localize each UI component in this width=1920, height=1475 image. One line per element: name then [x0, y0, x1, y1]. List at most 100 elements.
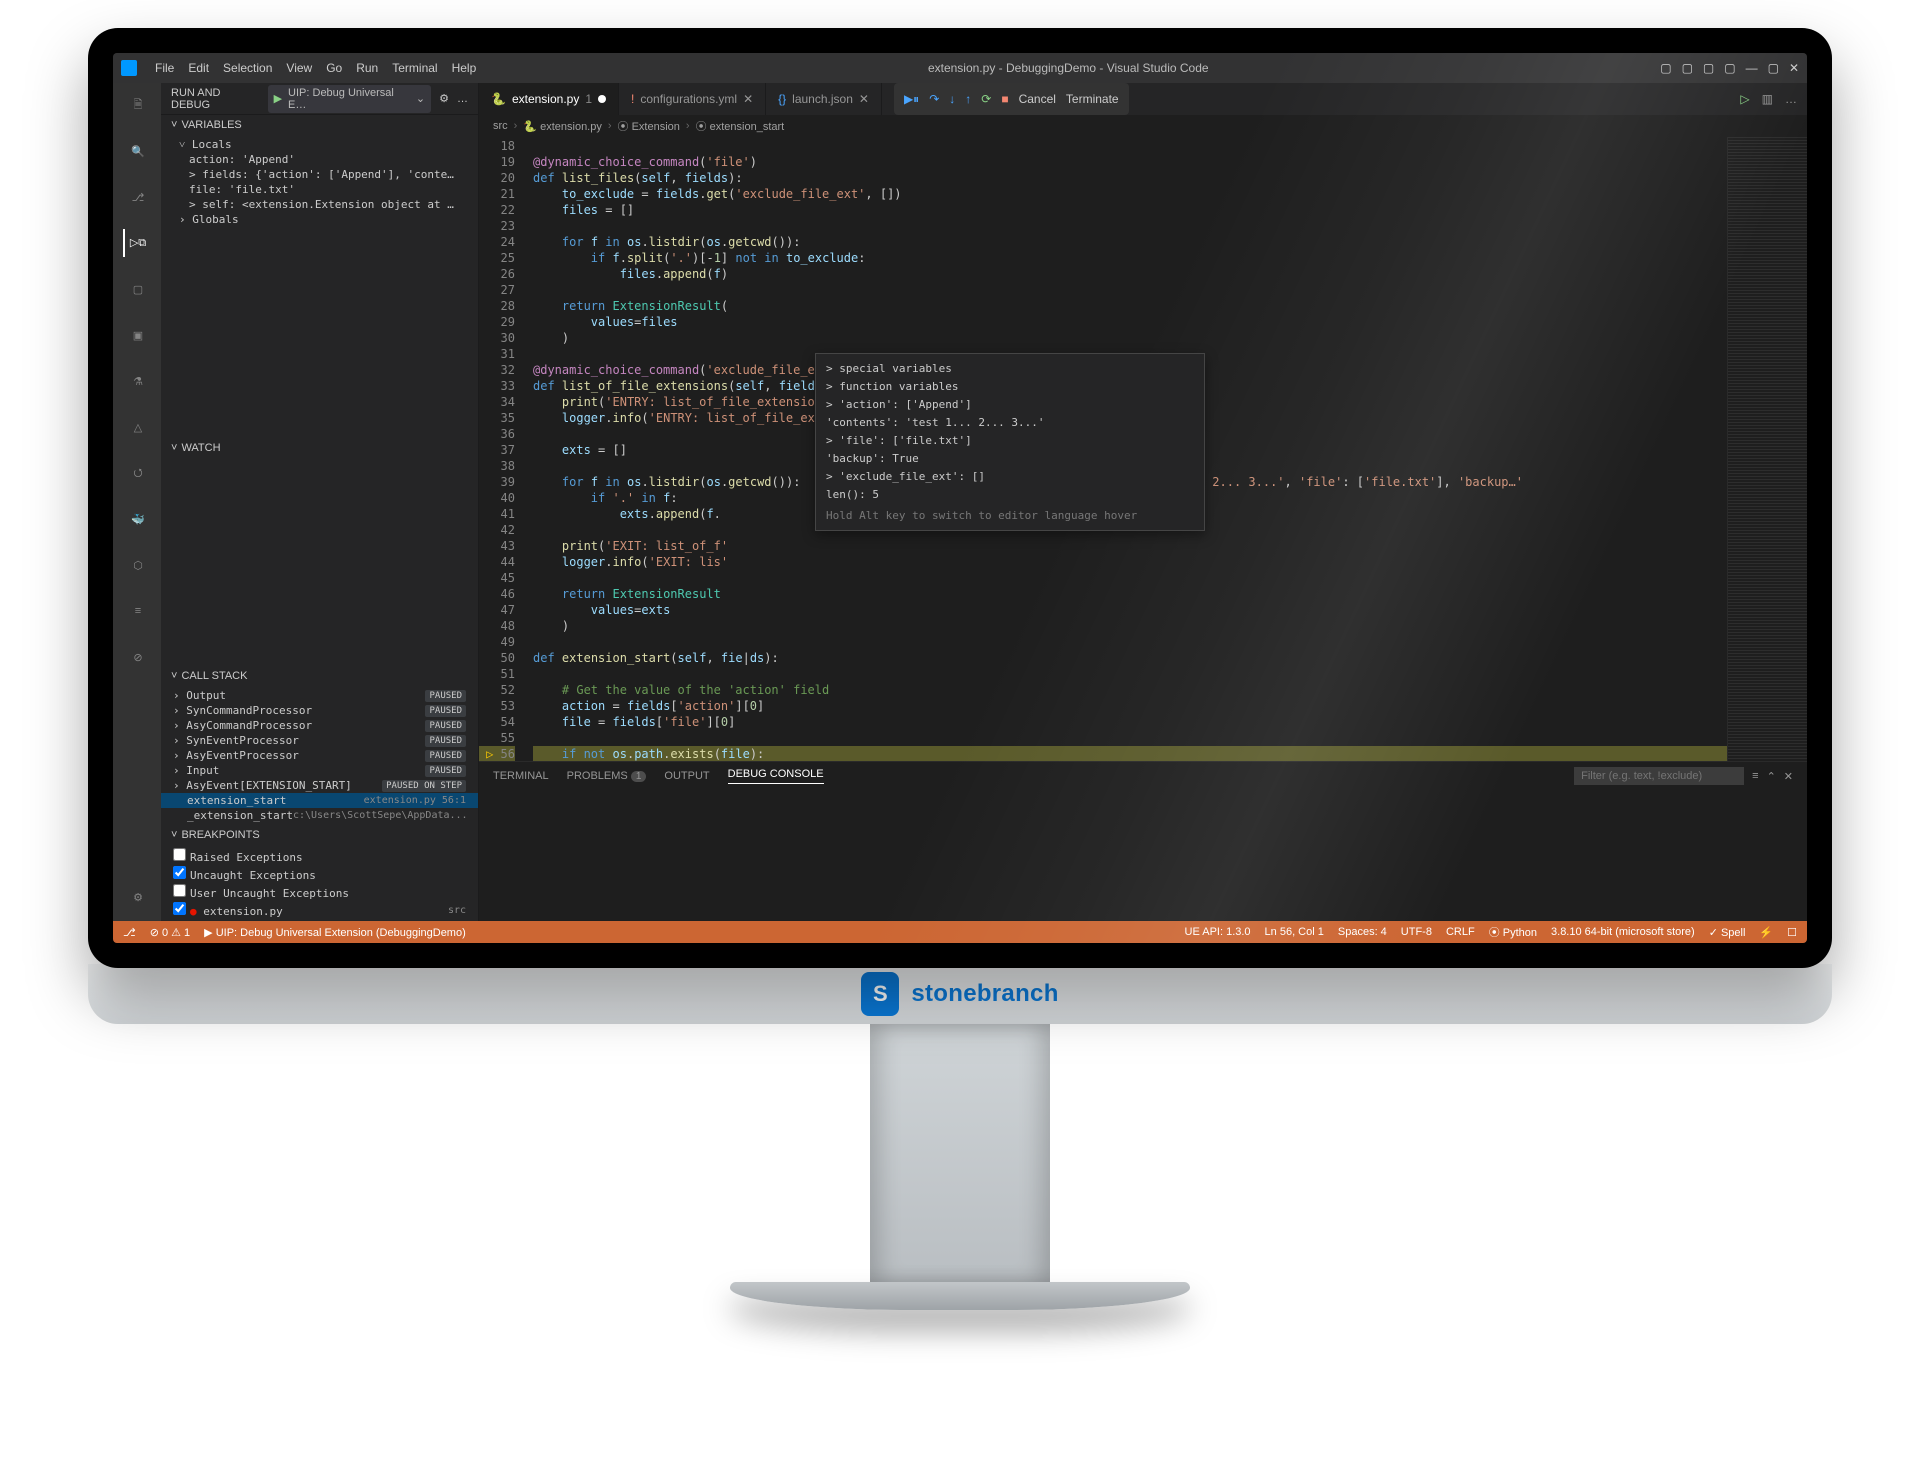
- variables-section-title[interactable]: ˅ VARIABLES: [161, 115, 478, 135]
- panel-tab[interactable]: DEBUG CONSOLE: [728, 768, 824, 784]
- breakpoint-row[interactable]: Uncaught Exceptions: [161, 865, 478, 883]
- status-item[interactable]: ✓ Spell: [1709, 924, 1746, 940]
- status-item[interactable]: ⦿ Python: [1489, 924, 1537, 940]
- run-play-icon[interactable]: ▷: [1740, 92, 1749, 106]
- restart-icon[interactable]: ⟳: [981, 92, 991, 106]
- status-item[interactable]: UE API: 1.3.0: [1185, 924, 1251, 940]
- variables-globals[interactable]: › Globals: [161, 212, 478, 227]
- callstack-thread[interactable]: › SynCommandProcessorPAUSED: [161, 703, 478, 718]
- breakpoints-section-title[interactable]: ˅ BREAKPOINTS: [161, 825, 478, 845]
- status-item[interactable]: 3.8.10 64-bit (microsoft store): [1551, 924, 1695, 940]
- variable-row[interactable]: > fields: {'action': ['Append'], 'conten…: [161, 167, 478, 182]
- menu-run[interactable]: Run: [356, 61, 378, 75]
- menu-edit[interactable]: Edit: [188, 61, 209, 75]
- variable-row[interactable]: file: 'file.txt': [161, 182, 478, 197]
- remote-icon[interactable]: ▢: [123, 275, 151, 303]
- status-item[interactable]: CRLF: [1446, 924, 1475, 940]
- gear-icon[interactable]: ⚙: [439, 92, 449, 105]
- breakpoint-row[interactable]: User Uncaught Exceptions: [161, 883, 478, 901]
- explorer-icon[interactable]: 🗎: [123, 91, 151, 119]
- cancel-button[interactable]: Cancel: [1019, 92, 1056, 106]
- variable-row[interactable]: > self: <extension.Extension object at 0…: [161, 197, 478, 212]
- cancel-circle-icon[interactable]: ⊘: [123, 643, 151, 671]
- callstack-frame[interactable]: _extension_startc:\Users\ScottSepe\AppDa…: [161, 808, 478, 823]
- callstack-frame[interactable]: extension_startextension.py 56:1: [161, 793, 478, 808]
- breadcrumb[interactable]: src › 🐍 extension.py › ⦿ Extension › ⦿ e…: [479, 115, 1807, 137]
- status-item[interactable]: UTF-8: [1401, 924, 1432, 940]
- close-tab-icon[interactable]: ✕: [859, 92, 869, 106]
- debug-console-filter[interactable]: [1574, 767, 1744, 785]
- layout-bottom-icon[interactable]: ▢: [1682, 61, 1693, 75]
- status-item[interactable]: ☐: [1787, 924, 1797, 940]
- panel-tab[interactable]: PROBLEMS 1: [567, 770, 647, 782]
- breadcrumb-item[interactable]: ⦿ Extension: [618, 118, 680, 134]
- list-icon[interactable]: ≡: [123, 597, 151, 625]
- scm-icon[interactable]: ⎇: [123, 183, 151, 211]
- breakpoint-row[interactable]: ● extension.pysrc: [161, 901, 478, 919]
- editor-tab[interactable]: {} launch.json ✕: [766, 83, 882, 115]
- breakpoint-checkbox[interactable]: [173, 866, 186, 879]
- search-icon[interactable]: 🔍: [123, 137, 151, 165]
- terminate-button[interactable]: Terminate: [1066, 92, 1119, 106]
- layout-panel-icon[interactable]: ▢: [1703, 61, 1714, 75]
- circle-arrow-icon[interactable]: ⭯: [123, 459, 151, 487]
- menu-go[interactable]: Go: [326, 61, 342, 75]
- step-out-icon[interactable]: ↑: [965, 92, 971, 106]
- tab-more-icon[interactable]: …: [1785, 92, 1797, 106]
- status-item[interactable]: Spaces: 4: [1338, 924, 1387, 940]
- breadcrumb-item[interactable]: 🐍 extension.py: [523, 120, 602, 133]
- hexagon-icon[interactable]: ⬡: [123, 551, 151, 579]
- callstack-section-title[interactable]: ˅ CALL STACK: [161, 666, 478, 686]
- docker-icon[interactable]: 🐳: [123, 505, 151, 533]
- callstack-thread[interactable]: › AsyEventProcessorPAUSED: [161, 748, 478, 763]
- extensions-icon[interactable]: ▣: [123, 321, 151, 349]
- callstack-thread[interactable]: › SynEventProcessorPAUSED: [161, 733, 478, 748]
- minimap[interactable]: [1727, 137, 1807, 761]
- split-editor-icon[interactable]: ▥: [1762, 92, 1773, 106]
- breakpoint-row[interactable]: Raised Exceptions: [161, 847, 478, 865]
- close-icon[interactable]: ✕: [1789, 61, 1799, 75]
- menu-file[interactable]: File: [155, 61, 174, 75]
- stop-icon[interactable]: ■: [1001, 92, 1008, 106]
- panel-tab[interactable]: TERMINAL: [493, 770, 549, 782]
- maximize-icon[interactable]: ▢: [1768, 61, 1779, 75]
- callstack-thread[interactable]: › AsyCommandProcessorPAUSED: [161, 718, 478, 733]
- step-over-icon[interactable]: ↷: [929, 92, 939, 106]
- watch-section-title[interactable]: ˅ WATCH: [161, 438, 478, 458]
- panel-up-icon[interactable]: ⌃: [1767, 770, 1776, 783]
- settings-gear-icon[interactable]: ⚙: [123, 883, 151, 911]
- status-item[interactable]: ⚡: [1759, 924, 1773, 940]
- breadcrumb-item[interactable]: ⦿ extension_start: [696, 118, 785, 134]
- layout-left-icon[interactable]: ▢: [1660, 61, 1671, 75]
- status-item[interactable]: ⎇: [123, 926, 136, 939]
- triangle-icon[interactable]: △: [123, 413, 151, 441]
- menu-selection[interactable]: Selection: [223, 61, 272, 75]
- callstack-thread[interactable]: › AsyEvent[EXTENSION_START]PAUSED ON STE…: [161, 778, 478, 793]
- variables-locals[interactable]: ˅ Locals: [161, 137, 478, 152]
- layout-right-icon[interactable]: ▢: [1724, 61, 1735, 75]
- breakpoint-checkbox[interactable]: [173, 902, 186, 915]
- menu-terminal[interactable]: Terminal: [392, 61, 437, 75]
- breadcrumb-item[interactable]: src: [493, 120, 508, 132]
- panel-tab[interactable]: OUTPUT: [664, 770, 709, 782]
- run-debug-icon[interactable]: ▷⧉: [123, 229, 151, 257]
- callstack-thread[interactable]: › InputPAUSED: [161, 763, 478, 778]
- status-item[interactable]: Ln 56, Col 1: [1265, 924, 1324, 940]
- testing-icon[interactable]: ⚗: [123, 367, 151, 395]
- panel-close-icon[interactable]: ✕: [1784, 770, 1793, 783]
- close-tab-icon[interactable]: ✕: [743, 92, 753, 106]
- minimize-icon[interactable]: —: [1746, 61, 1758, 75]
- breakpoint-checkbox[interactable]: [173, 848, 186, 861]
- status-item[interactable]: ▶ UIP: Debug Universal Extension (Debugg…: [204, 926, 466, 939]
- variable-row[interactable]: action: 'Append': [161, 152, 478, 167]
- step-into-icon[interactable]: ↓: [949, 92, 955, 106]
- editor-tab[interactable]: ! configurations.yml ✕: [619, 83, 766, 115]
- callstack-thread[interactable]: › OutputPAUSED: [161, 688, 478, 703]
- status-item[interactable]: ⊘ 0 ⚠ 1: [150, 926, 190, 939]
- menu-help[interactable]: Help: [452, 61, 477, 75]
- breakpoint-checkbox[interactable]: [173, 884, 186, 897]
- menu-view[interactable]: View: [286, 61, 312, 75]
- run-config-selector[interactable]: ▶ UIP: Debug Universal E… ⌄: [268, 85, 432, 113]
- panel-body[interactable]: [479, 790, 1807, 921]
- more-icon[interactable]: …: [457, 93, 468, 105]
